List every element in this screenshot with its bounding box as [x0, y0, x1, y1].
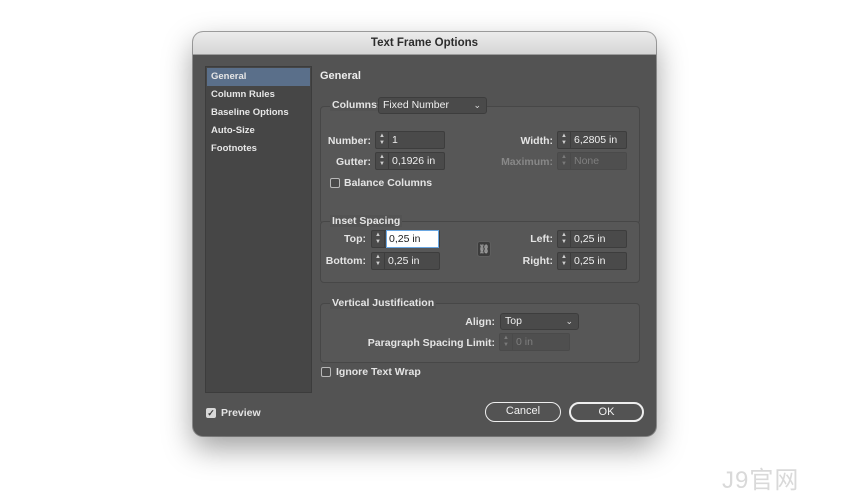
inset-right-stepper[interactable]: ▲ ▼ 0,25 in: [557, 252, 627, 270]
sidebar-item-baseline-options[interactable]: Baseline Options: [207, 104, 310, 122]
stepper-arrows-icon[interactable]: ▲ ▼: [376, 153, 389, 169]
dialog-title: Text Frame Options: [193, 32, 656, 55]
maximum-value: None: [574, 155, 600, 167]
inset-right-label: Right:: [522, 255, 553, 267]
sidebar-item-general[interactable]: General: [207, 68, 310, 86]
gutter-stepper[interactable]: ▲ ▼ 0,1926 in: [375, 152, 445, 170]
vertical-justification-group: [320, 303, 640, 363]
width-value[interactable]: 6,2805 in: [574, 132, 617, 148]
stepper-arrows-icon[interactable]: ▲ ▼: [558, 132, 571, 148]
link-chain-icon[interactable]: ⛓: [477, 241, 491, 257]
section-title: General: [320, 70, 361, 82]
chevron-down-icon: ⌄: [473, 100, 481, 110]
number-value[interactable]: 1: [392, 132, 398, 148]
inset-top-value[interactable]: 0,25 in: [386, 230, 439, 248]
inset-left-value[interactable]: 0,25 in: [574, 231, 606, 247]
paragraph-spacing-limit-stepper: ▲ ▼ 0 in: [499, 333, 570, 351]
align-value: Top: [505, 315, 522, 327]
text-frame-options-dialog: Text Frame Options General Column Rules …: [193, 32, 656, 436]
chevron-down-icon: ⌄: [565, 316, 573, 326]
stepper-arrows-icon[interactable]: ▲ ▼: [372, 253, 385, 269]
inset-right-value[interactable]: 0,25 in: [574, 253, 606, 269]
inset-bottom-value[interactable]: 0,25 in: [388, 253, 420, 269]
preview-label: Preview: [221, 407, 261, 419]
gutter-label: Gutter:: [336, 156, 371, 168]
number-label: Number:: [327, 135, 371, 147]
ok-button[interactable]: OK: [569, 402, 644, 422]
balance-columns-label: Balance Columns: [344, 177, 433, 189]
inset-top-stepper[interactable]: ▲ ▼ 0,25 in: [371, 230, 440, 248]
stepper-arrows-icon: ▲ ▼: [558, 153, 571, 169]
sidebar-item-footnotes[interactable]: Footnotes: [207, 140, 310, 158]
maximum-stepper: ▲ ▼ None: [557, 152, 627, 170]
stepper-arrows-icon[interactable]: ▲ ▼: [376, 132, 389, 148]
align-dropdown[interactable]: Top ⌄: [500, 313, 579, 330]
cancel-button[interactable]: Cancel: [485, 402, 561, 422]
maximum-label: Maximum:: [501, 156, 553, 168]
paragraph-spacing-limit-label: Paragraph Spacing Limit:: [367, 337, 495, 349]
stepper-arrows-icon[interactable]: ▲ ▼: [558, 253, 571, 269]
align-label: Align:: [465, 316, 495, 328]
ignore-text-wrap-label: Ignore Text Wrap: [336, 366, 421, 378]
balance-columns-checkbox[interactable]: [330, 178, 340, 188]
paragraph-spacing-limit-value: 0 in: [516, 336, 533, 348]
inset-bottom-stepper[interactable]: ▲ ▼ 0,25 in: [371, 252, 440, 270]
ignore-text-wrap-checkbox[interactable]: [321, 367, 331, 377]
watermark-text: J9官网: [722, 467, 800, 494]
inset-spacing-title: Inset Spacing: [330, 215, 403, 227]
sidebar-item-column-rules[interactable]: Column Rules: [207, 86, 310, 104]
stepper-arrows-icon: ▲ ▼: [500, 334, 513, 350]
vertical-justification-title: Vertical Justification: [330, 297, 437, 309]
number-stepper[interactable]: ▲ ▼ 1: [375, 131, 445, 149]
columns-type-value: Fixed Number: [383, 99, 449, 111]
preview-checkbox[interactable]: ✓: [206, 408, 216, 418]
columns-type-dropdown[interactable]: Fixed Number ⌄: [378, 97, 487, 114]
columns-label: Columns:: [330, 99, 383, 111]
stepper-arrows-icon[interactable]: ▲ ▼: [558, 231, 571, 247]
inset-top-label: Top:: [344, 233, 366, 245]
width-label: Width:: [520, 135, 553, 147]
stepper-arrows-icon[interactable]: ▲ ▼: [372, 231, 385, 247]
inset-left-stepper[interactable]: ▲ ▼ 0,25 in: [557, 230, 627, 248]
width-stepper[interactable]: ▲ ▼ 6,2805 in: [557, 131, 627, 149]
sidebar: General Column Rules Baseline Options Au…: [205, 66, 312, 393]
inset-left-label: Left:: [530, 233, 553, 245]
inset-bottom-label: Bottom:: [325, 255, 366, 267]
sidebar-item-auto-size[interactable]: Auto-Size: [207, 122, 310, 140]
gutter-value[interactable]: 0,1926 in: [392, 153, 435, 169]
